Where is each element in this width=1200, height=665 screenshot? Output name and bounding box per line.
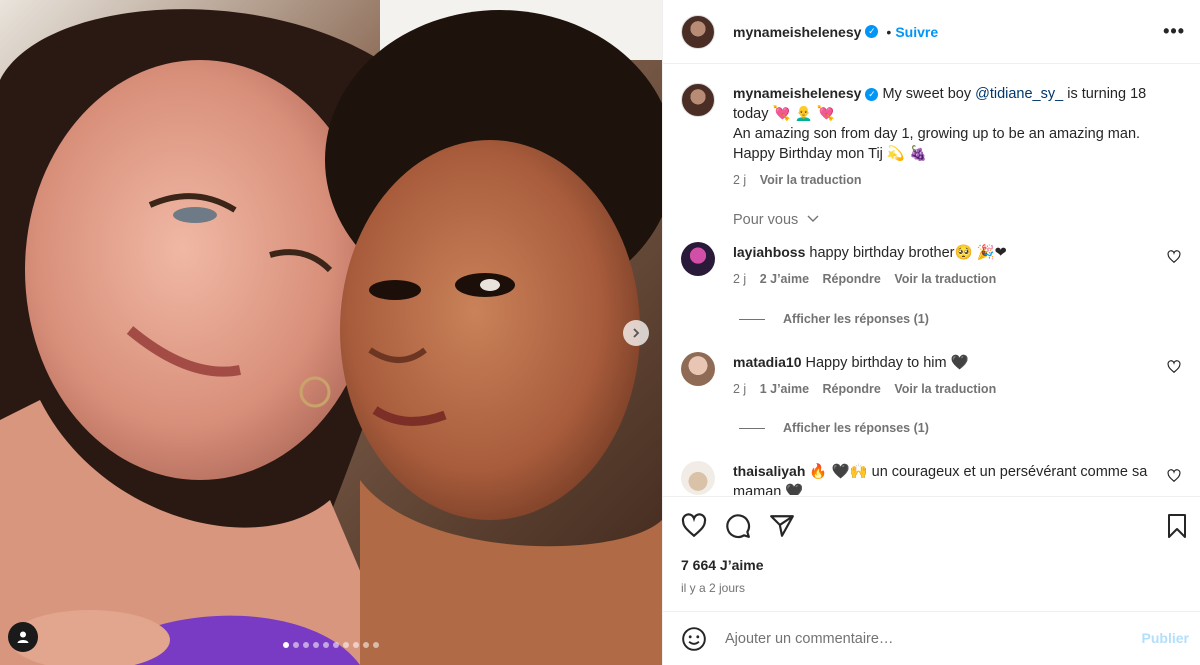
show-replies-label: Afficher les réponses (1) — [783, 421, 929, 435]
instagram-post-view: mynameishelenesy ✓ • Suivre ••• mynameis… — [0, 0, 1200, 665]
show-replies-button[interactable]: Afficher les réponses (1) — [739, 421, 929, 435]
carousel-dots — [0, 642, 662, 648]
carousel-dot — [303, 642, 309, 648]
for-you-sort-button[interactable]: Pour vous — [733, 212, 820, 228]
like-heart-icon[interactable] — [681, 513, 707, 539]
comment-age: 2 j — [733, 272, 747, 286]
comment-likes[interactable]: 1 J’aime — [760, 382, 809, 396]
comment-bubble-icon[interactable] — [725, 513, 751, 539]
carousel-dot — [283, 642, 289, 648]
carousel-dot — [323, 642, 329, 648]
commenter-username[interactable]: thaisaliyah — [733, 463, 805, 479]
chevron-right-icon — [633, 328, 640, 338]
caption: mynameishelenesy ✓ My sweet boy @tidiane_… — [681, 83, 1173, 190]
carousel-dot — [363, 642, 369, 648]
like-count[interactable]: 7 664 J’aime — [681, 557, 764, 573]
share-paper-plane-icon[interactable] — [769, 513, 795, 539]
comment-like-heart-icon[interactable] — [1167, 469, 1181, 483]
caption-author-username[interactable]: mynameishelenesy — [733, 85, 861, 101]
comment-translate-link[interactable]: Voir la traduction — [894, 382, 996, 396]
emoji-smiley-icon[interactable] — [681, 626, 707, 652]
caption-text-line3: Happy Birthday mon Tij 💫 🍇 — [733, 146, 928, 162]
carousel-dot — [373, 642, 379, 648]
comment-item: layiahboss happy birthday brother🥺 🎉❤ 2 … — [681, 242, 1181, 289]
post-header: mynameishelenesy ✓ • Suivre ••• — [663, 0, 1200, 64]
carousel-dot — [313, 642, 319, 648]
author-avatar[interactable] — [681, 14, 715, 49]
comment-likes[interactable]: 2 J’aime — [760, 272, 809, 286]
caption-text-prefix: My sweet boy — [882, 86, 976, 102]
comment-item: thaisaliyah 🔥 🖤🙌 un courageux et un pers… — [681, 461, 1181, 495]
header-separator: • — [886, 23, 892, 40]
more-options-icon[interactable]: ••• — [1163, 22, 1185, 40]
caption-meta: 2 j Voir la traduction — [733, 170, 1173, 190]
comment-like-heart-icon[interactable] — [1167, 360, 1181, 374]
carousel-dot — [343, 642, 349, 648]
verified-badge-icon: ✓ — [865, 87, 879, 101]
commenter-avatar[interactable] — [681, 242, 715, 276]
comment-meta: 2 j 1 J’aime Répondre Voir la traduction — [733, 379, 1153, 399]
show-replies-label: Afficher les réponses (1) — [783, 312, 929, 326]
author-username[interactable]: mynameishelenesy — [733, 24, 861, 40]
commenter-username[interactable]: matadia10 — [733, 354, 801, 370]
comment-meta: 2 j 2 J’aime Répondre Voir la traduction — [733, 269, 1153, 289]
comment-age: 2 j — [733, 382, 747, 396]
caption-author-avatar[interactable] — [681, 83, 715, 117]
add-comment-input[interactable] — [725, 630, 1105, 647]
chevron-down-icon — [807, 215, 819, 222]
post-date[interactable]: il y a 2 jours — [681, 581, 745, 595]
caption-mention-link[interactable]: @tidiane_sy_ — [975, 86, 1063, 102]
carousel-dot — [353, 642, 359, 648]
for-you-label: Pour vous — [733, 212, 799, 228]
save-bookmark-icon[interactable] — [1165, 513, 1189, 539]
caption-text-line2: An amazing son from day 1, growing up to… — [733, 126, 1141, 142]
tagged-users-button[interactable] — [8, 622, 38, 652]
reply-button[interactable]: Répondre — [823, 272, 881, 286]
caption-age: 2 j — [733, 173, 747, 187]
comment-translate-link[interactable]: Voir la traduction — [894, 272, 996, 286]
carousel-dot — [293, 642, 299, 648]
add-comment-bar: Publier — [663, 611, 1200, 665]
reply-button[interactable]: Répondre — [823, 382, 881, 396]
follow-button[interactable]: Suivre — [895, 24, 938, 40]
carousel-dot — [333, 642, 339, 648]
post-media[interactable] — [0, 0, 662, 665]
show-replies-button[interactable]: Afficher les réponses (1) — [739, 312, 929, 326]
commenter-avatar[interactable] — [681, 461, 715, 495]
comment-text: happy birthday brother🥺 🎉❤ — [809, 245, 1007, 261]
commenter-avatar[interactable] — [681, 352, 715, 386]
comment-text: Happy birthday to him 🖤 — [805, 355, 969, 371]
commenter-username[interactable]: layiahboss — [733, 244, 805, 260]
comment-like-heart-icon[interactable] — [1167, 250, 1181, 264]
user-icon — [17, 631, 29, 643]
caption-translate-link[interactable]: Voir la traduction — [760, 173, 862, 187]
next-slide-button[interactable] — [623, 320, 649, 346]
publish-button[interactable]: Publier — [1142, 630, 1189, 646]
post-actions: 7 664 J’aime il y a 2 jours — [663, 496, 1200, 616]
comments-section[interactable]: mynameishelenesy ✓ My sweet boy @tidiane_… — [663, 65, 1200, 495]
comment-item: matadia10 Happy birthday to him 🖤 2 j 1 … — [681, 352, 1181, 399]
verified-badge-icon: ✓ — [865, 25, 879, 38]
post-details-panel: mynameishelenesy ✓ • Suivre ••• mynameis… — [662, 0, 1200, 665]
post-photo — [0, 0, 662, 665]
